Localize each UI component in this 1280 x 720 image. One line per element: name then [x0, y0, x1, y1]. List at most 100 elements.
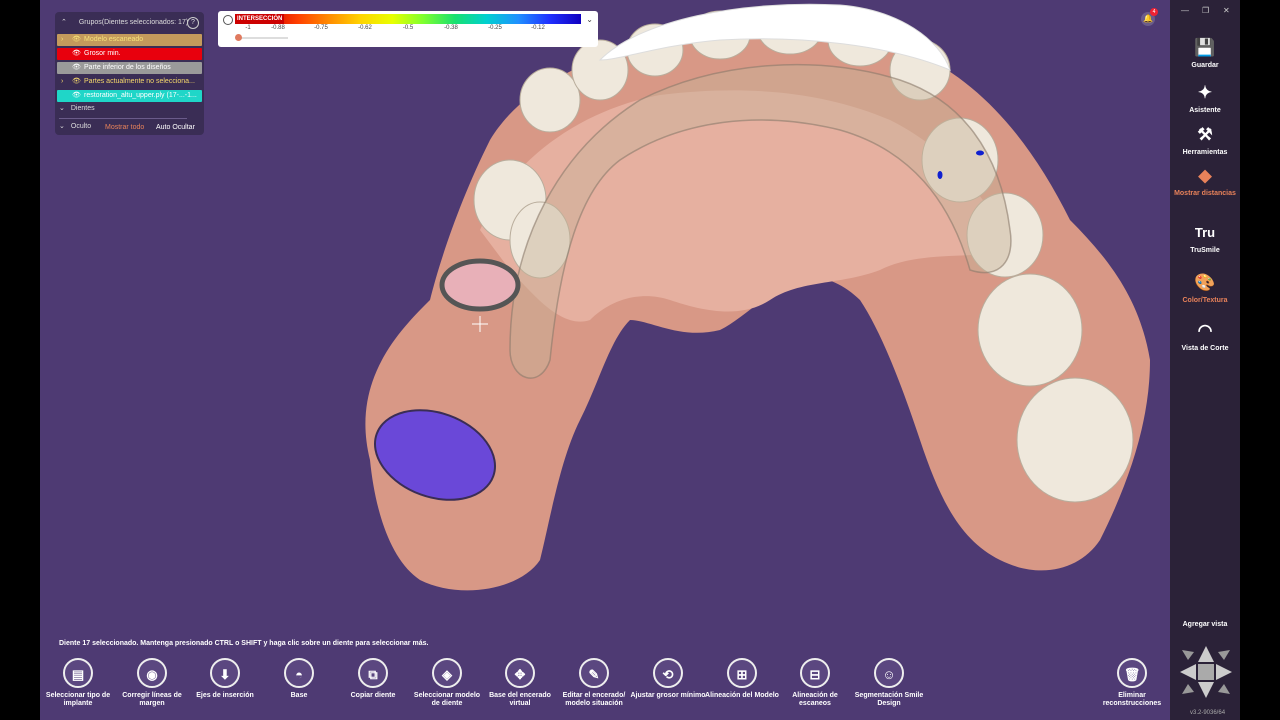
- group-label: Partes actualmente no selecciona...: [84, 78, 195, 85]
- palette-icon: 🎨: [1194, 273, 1216, 292]
- show-all-link[interactable]: Mostrar todo: [105, 122, 144, 134]
- help-icon[interactable]: ?: [187, 17, 199, 29]
- base-icon: ◓: [284, 658, 314, 688]
- group-label: Modelo escaneado: [84, 36, 144, 43]
- toolbar-button-palette[interactable]: 🎨 Color/Textura: [1170, 272, 1240, 305]
- smile-design-icon: ☺: [874, 658, 904, 688]
- right-border: [1240, 0, 1280, 720]
- expand-arrow-icon[interactable]: ›: [61, 76, 63, 88]
- notification-button[interactable]: 🔔 4: [1141, 8, 1158, 26]
- tool-label: Seleccionar tipo de implante: [45, 692, 111, 707]
- tool-label: Base: [290, 692, 308, 699]
- bottom-tool-smile-design[interactable]: ☺ Segmentación Smile Design: [851, 658, 927, 708]
- tool-label: Copiar diente: [350, 692, 396, 699]
- bottom-tool-select-type[interactable]: ▤ Seleccionar tipo de implante: [40, 658, 116, 708]
- tool-label: Corregir líneas de margen: [122, 692, 182, 707]
- distance-icon: ◆: [1198, 166, 1212, 185]
- model-align-icon: ⊞: [727, 658, 757, 688]
- bottom-tool-model-align[interactable]: ⊞ Alineación del Modelo: [704, 658, 780, 700]
- group-row[interactable]: › 👁 Partes actualmente no selecciona...: [57, 76, 202, 88]
- status-message: Diente 17 seleccionado. Mantenga presion…: [59, 640, 429, 647]
- margin-line-icon: ◉: [137, 658, 167, 688]
- bottom-tool-trash[interactable]: 🗑 Eliminar reconstrucciones: [1094, 658, 1170, 708]
- group-label: restoration_altu_upper.ply (17-...-1...: [84, 92, 197, 99]
- view-cube-icon[interactable]: [1178, 644, 1234, 700]
- bottom-tool-wax-base[interactable]: ✥ Base del encerado virtual: [482, 658, 558, 708]
- groups-title: Grupos(Dientes seleccionados: 17): [78, 19, 189, 26]
- toolbar-button-distance[interactable]: ◆ Mostrar distancias: [1170, 165, 1240, 198]
- scale-tick-label: -1: [245, 25, 251, 31]
- save-icon: 💾: [1194, 38, 1216, 57]
- toolbar-button-magic-wand[interactable]: ✦ Asistente: [1170, 82, 1240, 115]
- toolbar-button-trusmile[interactable]: Tru TruSmile: [1170, 222, 1240, 255]
- groups-header[interactable]: ⌃ Grupos(Dientes seleccionados: 17) ?: [61, 17, 199, 29]
- close-icon[interactable]: ✕: [1223, 6, 1230, 15]
- scale-tick-label: -0.5: [402, 25, 414, 31]
- magic-wand-icon: ✦: [1197, 83, 1213, 102]
- scale-tick-label: -0.75: [314, 25, 328, 31]
- minimize-icon[interactable]: —: [1181, 6, 1189, 15]
- color-gradient-bar: INTERSECCIÓN: [235, 14, 581, 24]
- eye-icon[interactable]: 👁: [72, 48, 81, 60]
- toolbar-button-tools[interactable]: ⚒ Herramientas: [1170, 124, 1240, 157]
- eye-icon[interactable]: 👁: [72, 90, 81, 102]
- edit-wax-icon: ✎: [579, 658, 609, 688]
- threshold-slider[interactable]: [238, 37, 288, 39]
- toolbar-label: Asistente: [1189, 107, 1221, 114]
- toolbar-label: Herramientas: [1182, 149, 1228, 156]
- scale-label: INTERSECCIÓN: [235, 14, 285, 24]
- trash-icon: 🗑: [1117, 658, 1147, 688]
- bottom-tool-margin-line[interactable]: ◉ Corregir líneas de margen: [114, 658, 190, 708]
- eye-icon[interactable]: 👁: [72, 34, 81, 46]
- section-dientes[interactable]: ⌄ Dientes: [59, 103, 95, 115]
- restore-icon[interactable]: ❐: [1202, 6, 1209, 15]
- version-label: v3.2-9036/64: [1190, 710, 1226, 716]
- section-oculto[interactable]: ⌄ Oculto: [59, 121, 91, 133]
- add-view-button[interactable]: Agregar vista: [1176, 621, 1234, 628]
- toolbar-label: Mostrar distancias: [1174, 190, 1236, 197]
- trusmile-icon: Tru: [1194, 225, 1216, 240]
- gauge-icon[interactable]: [223, 15, 233, 25]
- insertion-axis-icon: ⬇: [210, 658, 240, 688]
- auto-hide-link[interactable]: Auto Ocultar: [156, 122, 195, 134]
- group-row[interactable]: 👁 Parte inferior de los diseños: [57, 62, 202, 74]
- tool-label: Ajustar grosor mínimo: [630, 692, 706, 699]
- intersection-scale: INTERSECCIÓN -1 -0.88 -0.75 -0.62 -0.5 -0.38 -…: [218, 11, 598, 47]
- toolbar-label: Guardar: [1191, 62, 1219, 69]
- tool-label: Alineación de escaneos: [792, 692, 838, 707]
- group-row[interactable]: › 👁 Modelo escaneado: [57, 34, 202, 46]
- bottom-tool-base[interactable]: ◓ Base: [261, 658, 337, 700]
- tool-label: Ejes de inserción: [196, 692, 254, 699]
- collapse-icon[interactable]: ⌃: [61, 19, 67, 26]
- toolbar-button-tooth-cut[interactable]: ◠ Vista de Corte: [1170, 320, 1240, 353]
- groups-panel: ⌃ Grupos(Dientes seleccionados: 17) ? › 👁…: [55, 12, 204, 135]
- dental-model-scan[interactable]: [40, 0, 1170, 636]
- chevron-down-icon[interactable]: ⌄: [586, 15, 593, 24]
- tools-icon: ⚒: [1197, 125, 1213, 144]
- bottom-tool-copy-tooth[interactable]: ⧉ Copiar diente: [335, 658, 411, 700]
- group-row[interactable]: 👁 Grosor min.: [57, 48, 202, 60]
- 3d-viewport[interactable]: [40, 0, 1170, 636]
- toolbar-label: Color/Textura: [1182, 297, 1228, 304]
- toolbar-button-save[interactable]: 💾 Guardar: [1170, 37, 1240, 70]
- slider-handle[interactable]: [235, 34, 242, 41]
- bottom-tool-thickness[interactable]: ⟲ Ajustar grosor mínimo: [630, 658, 706, 700]
- scale-tick-label: -0.25: [488, 25, 502, 31]
- bottom-tool-tooth-model[interactable]: ◈ Seleccionar modelo de diente: [409, 658, 485, 708]
- bottom-tool-edit-wax[interactable]: ✎ Editar el encerado/ modelo situación: [556, 658, 632, 708]
- group-label: Grosor min.: [84, 50, 121, 57]
- divider: [59, 118, 187, 119]
- eye-icon[interactable]: 👁: [72, 62, 81, 74]
- group-row[interactable]: 👁 restoration_altu_upper.ply (17-...-1...: [57, 90, 202, 102]
- scale-tick-label: -0.38: [444, 25, 458, 31]
- bottom-tool-insertion-axis[interactable]: ⬇ Ejes de inserción: [187, 658, 263, 700]
- scale-tick-label: -0.62: [358, 25, 372, 31]
- group-label: Parte inferior de los diseños: [84, 64, 171, 71]
- expand-arrow-icon[interactable]: ›: [61, 34, 63, 46]
- bottom-tool-scan-align[interactable]: ⊟ Alineación de escaneos: [777, 658, 853, 708]
- tool-label: Alineación del Modelo: [705, 692, 779, 699]
- scale-tick-label: -0.88: [271, 25, 285, 31]
- tooth-cut-icon: ◠: [1197, 321, 1213, 340]
- eye-icon[interactable]: 👁: [72, 76, 81, 88]
- toolbar-label: TruSmile: [1190, 247, 1220, 254]
